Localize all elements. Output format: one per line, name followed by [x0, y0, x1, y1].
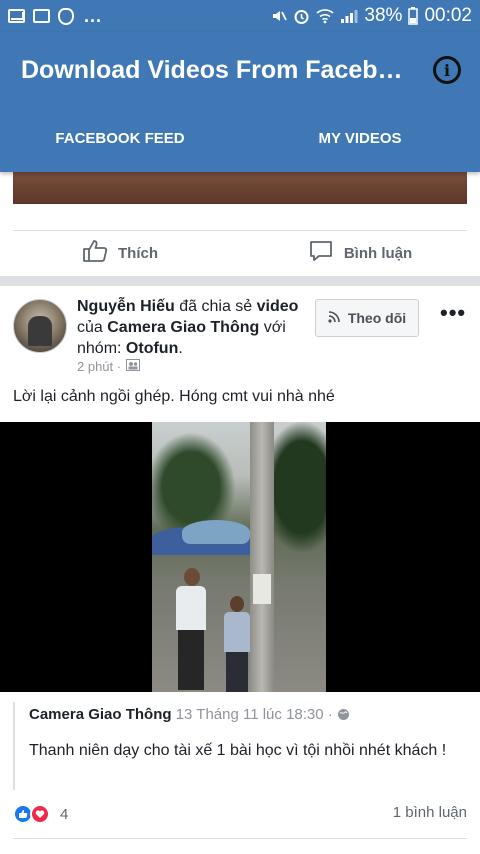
love-reaction-icon: [30, 804, 50, 824]
video-player[interactable]: [0, 422, 480, 692]
app-bar: Download Videos From Faceb… i FACEBOOK F…: [0, 32, 480, 172]
avatar[interactable]: [13, 299, 67, 353]
facebook-feed[interactable]: Thích Bình luận Nguyễn Hiếu đã chia sẻ v…: [0, 172, 480, 854]
previous-post-actions: Thích Bình luận: [0, 232, 480, 274]
like-label: Thích: [118, 244, 158, 262]
author-name[interactable]: Nguyễn Hiếu: [77, 298, 175, 315]
post-header: Nguyễn Hiếu đã chia sẻ video của Camera …: [77, 298, 299, 357]
post-meta: 2 phút ·: [77, 359, 141, 374]
notification-icons: ...: [8, 6, 102, 27]
app-title: Download Videos From Faceb…: [21, 56, 403, 84]
shared-date[interactable]: 13 Tháng 11 lúc 18:30 ·: [176, 706, 333, 723]
post-time[interactable]: 2 phút ·: [77, 359, 121, 374]
image-icon: [33, 9, 50, 23]
divider: [13, 230, 467, 231]
tab-facebook-feed[interactable]: FACEBOOK FEED: [0, 122, 240, 156]
video-thumbnail: [152, 422, 326, 692]
follow-label: Theo dõi: [347, 310, 407, 326]
alarm-icon: [293, 8, 310, 25]
mute-icon: [271, 8, 288, 24]
reactions-summary[interactable]: 4: [13, 804, 68, 824]
shared-post-header: Camera Giao Thông 13 Tháng 11 lúc 18:30 …: [29, 706, 350, 723]
mail-icon: [8, 9, 25, 23]
tab-bar: FACEBOOK FEED MY VIDEOS: [0, 122, 480, 156]
wifi-icon: [316, 8, 334, 24]
shared-post-text: Thanh niên dạy cho tài xế 1 bài học vì t…: [29, 742, 447, 759]
of-text: của: [77, 319, 103, 336]
previous-post-video[interactable]: [13, 172, 467, 204]
battery-percent: 38%: [364, 5, 403, 26]
rss-icon: [328, 310, 340, 326]
info-button[interactable]: i: [433, 56, 461, 84]
group-link[interactable]: Otofun: [126, 340, 178, 357]
reaction-count: 4: [60, 805, 69, 823]
comment-label: Bình luận: [343, 244, 413, 262]
more-notifications: ...: [84, 5, 103, 26]
video-link[interactable]: video: [257, 298, 299, 315]
status-bar: ... 38% 00:02: [0, 0, 480, 32]
shared-text: đã chia sẻ: [179, 298, 253, 315]
page-link[interactable]: Camera Giao Thông: [107, 319, 259, 336]
tab-my-videos[interactable]: MY VIDEOS: [240, 122, 480, 156]
like-button[interactable]: Thích: [0, 232, 240, 274]
info-icon: i: [443, 60, 451, 80]
divider: [13, 838, 467, 839]
post-text: Lời lại cảnh ngồi ghép. Hóng cmt vui nhà…: [13, 388, 335, 405]
comment-button[interactable]: Bình luận: [240, 232, 480, 274]
battery-icon: [408, 7, 419, 25]
like-icon: [82, 239, 108, 267]
feed-post: Nguyễn Hiếu đã chia sẻ video của Camera …: [0, 286, 480, 854]
post-separator: [0, 276, 480, 286]
shared-post[interactable]: Camera Giao Thông 13 Tháng 11 lúc 18:30 …: [13, 702, 467, 790]
comment-icon: [308, 239, 334, 267]
comment-count[interactable]: 1 bình luận: [393, 804, 467, 821]
clock-time: 00:02: [424, 5, 472, 26]
signal-icon: [340, 8, 358, 24]
follow-button[interactable]: Theo dõi: [315, 299, 419, 337]
shared-author[interactable]: Camera Giao Thông: [29, 706, 172, 723]
shield-icon: [58, 7, 74, 25]
more-options-icon[interactable]: •••: [440, 300, 466, 326]
group-audience-icon: [126, 359, 141, 374]
globe-icon: [337, 706, 350, 723]
